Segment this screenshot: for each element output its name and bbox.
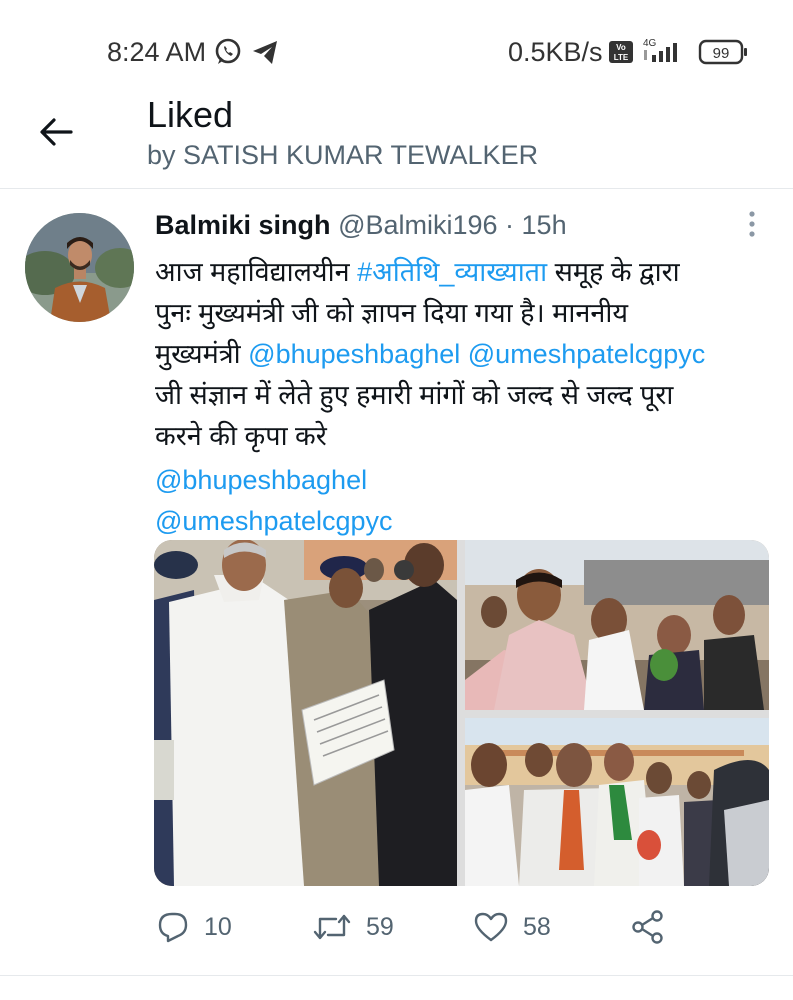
status-time: 8:24 AM xyxy=(107,37,207,67)
mention-link[interactable]: @bhupeshbaghel xyxy=(248,339,460,369)
more-vertical-icon xyxy=(749,211,755,237)
text-segment: करने की कृपा करे xyxy=(155,421,327,451)
svg-text:LTE: LTE xyxy=(614,53,629,62)
tweet-text: आज महाविद्यालयीन #अतिथि_व्याख्याता समूह … xyxy=(155,252,775,542)
telegram-icon xyxy=(250,37,280,72)
dot-separator: · xyxy=(497,210,522,240)
tweet-divider xyxy=(0,975,793,976)
author-name[interactable]: Balmiki singh xyxy=(155,210,331,240)
author-handle[interactable]: @Balmiki196 xyxy=(338,210,497,240)
back-button[interactable] xyxy=(35,110,79,154)
retweet-count: 59 xyxy=(366,912,394,941)
reply-icon xyxy=(158,912,188,943)
header: Liked by SATISH KUMAR TEWALKER xyxy=(0,88,793,188)
svg-text:Vo: Vo xyxy=(616,43,626,52)
media-photo-3[interactable] xyxy=(465,718,769,886)
more-options-button[interactable] xyxy=(742,208,762,242)
mention-link[interactable]: @umeshpatelcgpyc xyxy=(468,339,706,369)
signal-icon: 4G xyxy=(640,36,692,71)
header-divider xyxy=(0,188,793,189)
text-segment: समूह के द्वारा xyxy=(547,257,680,287)
reply-button[interactable]: 10 xyxy=(156,905,232,949)
like-button[interactable]: 58 xyxy=(473,905,551,949)
text-segment: पुनः मुख्यमंत्री जी को ज्ञापन दिया गया ह… xyxy=(155,298,628,328)
page-title: Liked xyxy=(147,94,234,135)
mention-link[interactable]: @umeshpatelcgpyc xyxy=(155,506,393,536)
text-segment: आज महाविद्यालयीन xyxy=(155,257,358,287)
network-type-label: 4G xyxy=(643,38,657,49)
text-space xyxy=(460,339,468,369)
share-button[interactable] xyxy=(630,905,666,949)
hashtag-link[interactable]: #अतिथि_व्याख्याता xyxy=(357,257,547,287)
media-photo-1[interactable] xyxy=(154,540,457,886)
status-bar: 8:24 AM 0.5KB/s Vo LTE 4G 99 xyxy=(0,0,793,100)
media-grid xyxy=(154,540,769,886)
tweet-actions: 10 59 58 xyxy=(0,905,793,955)
back-arrow-icon xyxy=(40,118,73,146)
reply-count: 10 xyxy=(204,912,232,941)
mention-link[interactable]: @bhupeshbaghel xyxy=(155,465,367,495)
retweet-button[interactable]: 59 xyxy=(312,905,394,949)
share-icon xyxy=(632,910,663,944)
battery-level: 99 xyxy=(713,45,730,62)
media-photo-2[interactable] xyxy=(465,540,769,710)
like-icon xyxy=(474,912,508,942)
page-subtitle: by SATISH KUMAR TEWALKER xyxy=(147,140,539,170)
retweet-icon xyxy=(313,914,351,940)
tweet-header: Balmiki singh @Balmiki196 · 15h xyxy=(155,210,567,241)
whatsapp-icon xyxy=(213,37,243,72)
network-speed: 0.5KB/s xyxy=(508,37,603,67)
volte-icon: Vo LTE xyxy=(608,40,634,69)
text-segment: मुख्यमंत्री xyxy=(155,339,249,369)
battery-icon: 99 xyxy=(698,38,750,71)
text-segment: जी संज्ञान में लेते हुए हमारी मांगों को … xyxy=(155,380,674,410)
tweet-time[interactable]: 15h xyxy=(522,210,567,240)
author-avatar[interactable] xyxy=(25,213,134,322)
like-count: 58 xyxy=(523,912,551,941)
